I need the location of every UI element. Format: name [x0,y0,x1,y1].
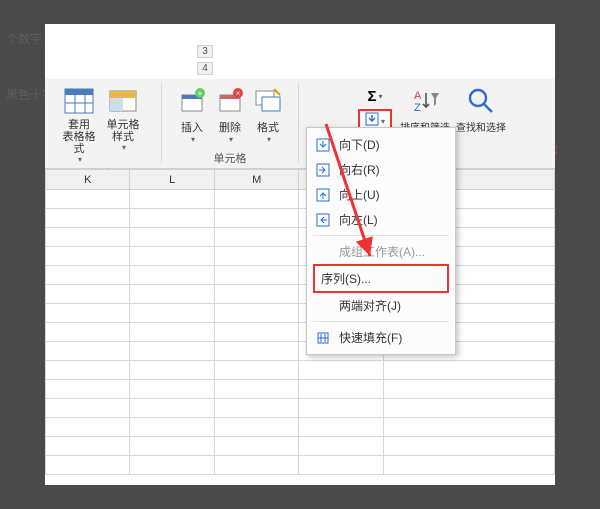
find-select-label: 查找和选择 [456,119,506,134]
fill-menu: 向下(D) 向右(R) 向上(U) 向左(L) 成组工作表(A)... 序列(S… [306,127,456,355]
menu-label: 两端对齐(J) [339,297,401,314]
menu-fill-left[interactable]: 向左(L) [307,207,455,232]
menu-label: 向左(L) [339,211,378,228]
find-select-button[interactable]: 查找和选择 [456,83,506,136]
menu-separator [313,321,449,322]
highlight-series: 序列(S)... [313,264,449,293]
menu-justify[interactable]: 两端对齐(J) [307,293,455,318]
sort-filter-icon: AZ [409,85,441,117]
menu-fill-up[interactable]: 向上(U) [307,182,455,207]
chevron-down-icon: ▾ [229,135,233,144]
menu-label: 成组工作表(A)... [339,243,425,260]
delete-label: 删除 [219,119,241,135]
menu-label: 序列(S)... [321,270,371,287]
svg-text:×: × [236,89,241,98]
svg-text:Z: Z [414,102,421,114]
chevron-down-icon: ▾ [78,155,82,164]
format-label: 格式 [257,119,279,135]
menu-label: 向下(D) [339,136,380,153]
magnifier-icon [465,85,497,117]
chevron-down-icon: ▾ [122,143,126,152]
blank-icon [315,298,331,314]
arrow-left-icon [315,212,331,228]
format-button[interactable]: 格式 ▾ [249,83,287,146]
row-num-4: 4 [197,62,213,75]
delete-button[interactable]: × 删除 ▾ [211,83,249,146]
menu-separator [313,235,449,236]
row-num-3: 3 [197,45,213,58]
separator [298,83,299,163]
col-header[interactable]: L [130,170,214,190]
grid-table: K L M N [45,169,555,475]
autosum-button[interactable]: Σ ▾ [358,85,392,107]
format-as-table-button[interactable]: 套用 表格格式 ▾ [57,83,101,166]
worksheet[interactable]: K L M N [45,169,555,485]
menu-label: 向右(R) [339,161,380,178]
svg-text:+: + [198,89,203,98]
menu-label: 向上(U) [339,186,380,203]
format-as-table-label: 套用 表格格式 [59,119,99,155]
arrow-right-icon [315,162,331,178]
format-icon [252,85,284,117]
table-icon [63,85,95,117]
menu-label: 快速填充(F) [339,329,402,346]
arrow-up-icon [315,187,331,203]
chevron-down-icon: ▾ [381,117,385,126]
cell-styles-button[interactable]: 单元格样式 ▾ [101,83,145,154]
insert-button[interactable]: + 插入 ▾ [173,83,211,146]
flash-fill-icon [315,330,331,346]
ribbon: 套用 表格格式 ▾ 单元格样式 ▾ 样式 + 插入 ▾ [45,79,555,169]
cell-styles-icon [107,85,139,117]
chevron-down-icon: ▾ [379,92,383,101]
insert-label: 插入 [181,119,203,135]
sigma-icon: Σ [367,88,376,105]
chevron-down-icon: ▾ [191,135,195,144]
delete-icon: × [214,85,246,117]
menu-flash-fill[interactable]: 快速填充(F) [307,325,455,350]
menu-fill-down[interactable]: 向下(D) [307,132,455,157]
cells-group-label: 单元格 [214,150,247,166]
menu-fill-right[interactable]: 向右(R) [307,157,455,182]
insert-icon: + [176,85,208,117]
cell-styles-label: 单元格样式 [103,119,143,143]
col-header[interactable]: K [46,170,130,190]
chevron-down-icon: ▾ [267,135,271,144]
blank-icon [315,244,331,260]
svg-text:A: A [414,90,422,102]
col-header[interactable]: M [214,170,298,190]
arrow-down-icon [315,137,331,153]
separator [161,83,162,163]
menu-series[interactable]: 序列(S)... [321,268,441,289]
menu-across-worksheets: 成组工作表(A)... [307,239,455,264]
